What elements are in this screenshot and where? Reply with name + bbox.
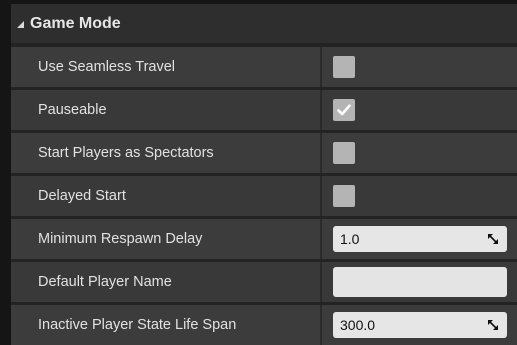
property-label: Default Player Name [38,274,172,290]
checkmark-icon [337,104,351,116]
collapse-triangle-icon[interactable] [17,21,24,28]
property-label: Minimum Respawn Delay [38,231,203,247]
start-players-as-spectators-checkbox[interactable] [333,142,355,164]
use-seamless-travel-checkbox[interactable] [333,56,355,78]
property-label: Inactive Player State Life Span [38,317,237,333]
property-row-use-seamless-travel: Use Seamless Travel [11,47,517,87]
field-value: 300.0 [340,317,376,333]
inactive-player-state-life-span-input[interactable]: 300.0 [333,312,507,338]
property-row-default-player-name: Default Player Name [11,262,517,302]
minimum-respawn-delay-input[interactable]: 1.0 [333,226,507,252]
property-row-pauseable: Pauseable [11,90,517,130]
section-header-game-mode[interactable]: Game Mode [11,4,517,43]
property-label: Use Seamless Travel [38,59,175,75]
property-label: Pauseable [38,102,107,118]
property-row-start-players-as-spectators: Start Players as Spectators [11,133,517,173]
delayed-start-checkbox[interactable] [333,185,355,207]
property-row-inactive-player-state-life-span: Inactive Player State Life Span 300.0 [11,305,517,345]
details-panel: Game Mode Use Seamless Travel Pauseable [11,4,517,345]
section-title: Game Mode [30,14,121,32]
property-label: Start Players as Spectators [38,145,214,161]
drag-resize-icon[interactable] [487,319,499,331]
pauseable-checkbox[interactable] [333,99,355,121]
field-value: 1.0 [340,231,360,247]
drag-resize-icon[interactable] [487,233,499,245]
property-label: Delayed Start [38,188,126,204]
default-player-name-input[interactable] [333,267,507,297]
property-row-minimum-respawn-delay: Minimum Respawn Delay 1.0 [11,219,517,259]
property-row-delayed-start: Delayed Start [11,176,517,216]
